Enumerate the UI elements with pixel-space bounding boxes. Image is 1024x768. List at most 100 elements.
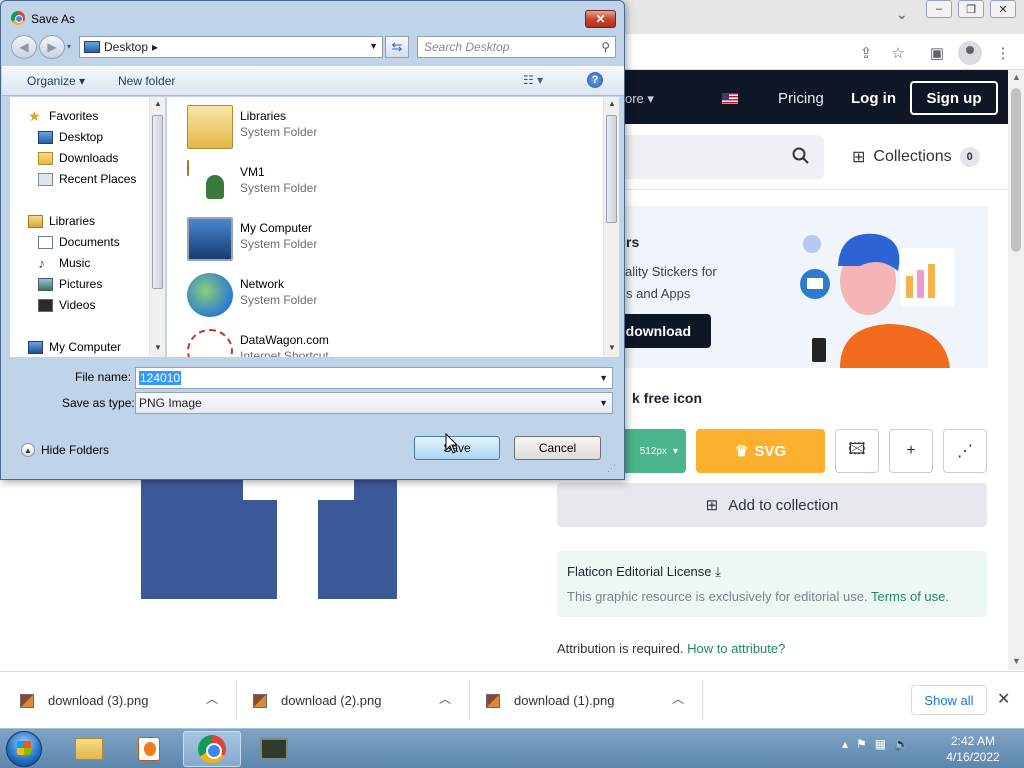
list-item[interactable]: DataWagon.com Internet Shortcut xyxy=(187,329,487,357)
add-button[interactable]: + xyxy=(889,429,933,473)
close-icon[interactable]: ✕ xyxy=(997,689,1010,709)
download-item[interactable]: download (1).png xyxy=(486,672,614,729)
file-name-input[interactable]: 124010 ▼ xyxy=(135,367,613,389)
nav-item-downloads[interactable]: Downloads xyxy=(38,151,118,165)
save-as-type-select[interactable]: PNG Image ▼ xyxy=(135,392,613,414)
scrollbar-thumb[interactable] xyxy=(152,115,163,289)
restore-button[interactable]: ❐ xyxy=(958,0,984,18)
nav-item-recent-places[interactable]: Recent Places xyxy=(38,172,136,186)
share-icon[interactable]: ⇪ xyxy=(855,42,877,64)
clock-date: 4/16/2022 xyxy=(946,750,1000,764)
nav-item-libraries[interactable]: Libraries xyxy=(28,214,95,228)
mouse-cursor-icon xyxy=(445,433,459,454)
browser-menu-icon[interactable]: ⋮ xyxy=(992,42,1014,64)
desktop-icon xyxy=(38,130,53,144)
forward-button[interactable]: ▶ xyxy=(39,35,65,59)
list-item[interactable]: VM1 System Folder xyxy=(187,160,487,211)
organize-menu[interactable]: Organize ▾ xyxy=(27,74,85,88)
signup-button[interactable]: Sign up xyxy=(910,81,998,115)
address-text[interactable]: Desktop xyxy=(104,40,148,54)
download-item[interactable]: download (2).png xyxy=(253,672,381,729)
new-folder-button[interactable]: New folder xyxy=(118,74,175,88)
network-icon[interactable]: ▦ xyxy=(875,737,886,751)
search-icon[interactable]: ⚲ xyxy=(601,40,610,54)
us-flag-icon[interactable] xyxy=(722,93,738,104)
hide-folders-button[interactable]: ▲ Hide Folders xyxy=(21,443,109,457)
file-list-scrollbar[interactable]: ▲ ▼ xyxy=(603,97,619,357)
nav-pane-scrollbar[interactable]: ▲ ▼ xyxy=(149,97,165,357)
nav-more-menu[interactable]: ore ▾ xyxy=(625,91,654,107)
tray-expand-icon[interactable]: ▴ xyxy=(842,737,848,751)
search-input[interactable]: Search Desktop ⚲ xyxy=(417,36,616,58)
list-item[interactable]: Libraries System Folder xyxy=(187,105,487,155)
clock[interactable]: 2:42 AM 4/16/2022 xyxy=(940,733,1006,765)
taskbar-media-player[interactable] xyxy=(120,731,178,767)
scroll-down-icon[interactable]: ▼ xyxy=(154,343,162,352)
videos-icon xyxy=(38,298,53,312)
scroll-up-icon[interactable]: ▲ xyxy=(154,99,162,108)
collection-add-icon: ⊞ xyxy=(705,497,719,514)
page-scrollbar[interactable]: ▲ ▼ xyxy=(1008,70,1024,670)
banner-title: rs xyxy=(626,234,640,250)
scroll-up-icon[interactable]: ▲ xyxy=(608,99,616,108)
nav-item-pictures[interactable]: Pictures xyxy=(38,277,102,291)
refresh-button[interactable]: ⇆ xyxy=(385,36,409,58)
back-button[interactable]: ◀ xyxy=(11,35,37,59)
chevron-up-icon[interactable]: ︿ xyxy=(439,690,451,707)
bookmark-star-icon[interactable]: ☆ xyxy=(887,42,909,64)
chevron-up-icon[interactable]: ︿ xyxy=(672,690,684,707)
search-icon[interactable] xyxy=(792,147,810,165)
nav-item-my-computer[interactable]: My Computer xyxy=(28,340,121,354)
nav-item-favorites[interactable]: ★ Favorites xyxy=(28,109,98,124)
show-all-downloads-button[interactable]: Show all xyxy=(911,685,987,715)
how-to-attribute-link[interactable]: How to attribute? xyxy=(687,641,785,656)
file-name-value[interactable]: 124010 xyxy=(139,371,182,385)
action-center-icon[interactable]: ⚑ xyxy=(856,737,867,751)
taskbar-app[interactable] xyxy=(245,731,303,767)
share-button[interactable]: ⋰ xyxy=(943,429,987,473)
scroll-down-icon[interactable]: ▼ xyxy=(608,343,616,352)
start-button[interactable] xyxy=(6,731,42,767)
cancel-button[interactable]: Cancel xyxy=(514,436,601,460)
chevron-down-icon[interactable]: ▼ xyxy=(369,41,378,51)
terms-link[interactable]: Terms of use. xyxy=(871,589,949,604)
list-item[interactable]: My Computer System Folder xyxy=(187,217,487,267)
scroll-down-icon[interactable]: ▼ xyxy=(1012,656,1021,666)
nav-item-music[interactable]: ♪ Music xyxy=(38,256,90,271)
tab-search-chevron-icon[interactable]: ⌄ xyxy=(896,6,908,23)
breadcrumb-arrow-icon[interactable]: ▸ xyxy=(152,40,158,54)
view-options-icon[interactable]: ☷ ▾ xyxy=(523,73,543,87)
recent-locations-icon[interactable]: ▾ xyxy=(67,42,71,51)
add-to-collection-button[interactable]: ⊞ Add to collection xyxy=(557,483,987,527)
chevron-down-icon[interactable]: ▼ xyxy=(599,398,608,408)
resize-grip-icon[interactable]: ⋰ xyxy=(607,463,616,474)
side-panel-icon[interactable]: ▣ xyxy=(926,42,948,64)
scrollbar-thumb[interactable] xyxy=(606,115,617,223)
nav-item-documents[interactable]: Documents xyxy=(38,235,120,249)
profile-avatar[interactable] xyxy=(958,41,982,65)
volume-icon[interactable]: 🔈 xyxy=(894,737,909,751)
png-file-icon xyxy=(253,693,267,708)
minimize-button[interactable]: – xyxy=(926,0,952,18)
list-item[interactable]: Network System Folder xyxy=(187,273,487,323)
dialog-close-button[interactable]: ✕ xyxy=(585,10,616,28)
download-item[interactable]: download (3).png xyxy=(20,672,148,729)
svg-download-button[interactable]: ♛ SVG xyxy=(696,429,825,473)
nav-item-videos[interactable]: Videos xyxy=(38,298,95,312)
collections-button[interactable]: ⊞ Collections 0 xyxy=(852,147,980,167)
scrollbar-thumb[interactable] xyxy=(1011,88,1021,252)
help-icon[interactable]: ? xyxy=(587,72,603,88)
nav-item-desktop[interactable]: Desktop xyxy=(38,130,103,144)
chevron-down-icon[interactable]: ▼ xyxy=(599,373,608,383)
image-preview-button[interactable]: 🖾 xyxy=(835,429,879,473)
nav-pricing-link[interactable]: Pricing xyxy=(778,90,824,107)
chrome-icon xyxy=(198,735,226,763)
download-icon[interactable]: ⤓ xyxy=(715,564,721,579)
close-window-button[interactable]: ✕ xyxy=(990,0,1016,18)
taskbar-explorer[interactable] xyxy=(60,731,118,767)
address-bar[interactable]: Desktop ▸ ▼ xyxy=(79,36,383,58)
taskbar-chrome[interactable] xyxy=(183,731,241,767)
nav-login-link[interactable]: Log in xyxy=(851,90,896,107)
chevron-up-icon[interactable]: ︿ xyxy=(206,690,218,707)
scroll-up-icon[interactable]: ▲ xyxy=(1012,72,1021,82)
